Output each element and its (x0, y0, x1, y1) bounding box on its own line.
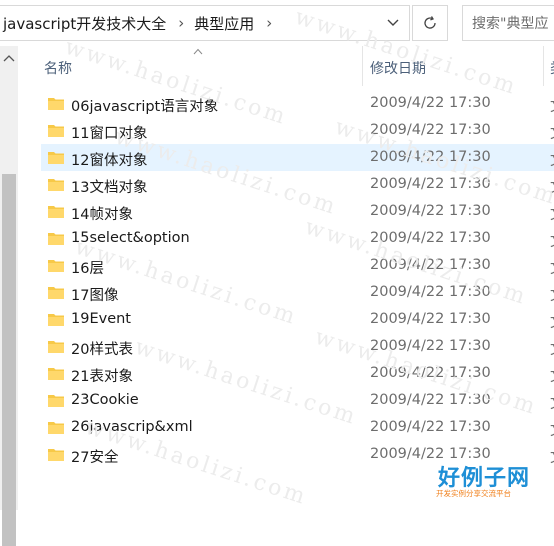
file-type: 文 (550, 338, 554, 359)
breadcrumb-separator[interactable]: › (178, 14, 184, 32)
file-modified-date: 2009/4/22 17:30 (370, 203, 491, 219)
folder-icon (48, 314, 64, 326)
file-list: 06javascript语言对象 2009/4/22 17:30 文 11窗口对象 20… (41, 90, 554, 468)
file-name[interactable]: 20样式表 (71, 338, 133, 359)
folder-icon (48, 98, 64, 110)
file-row[interactable]: 14帧对象 2009/4/22 17:30 文 (41, 198, 554, 225)
file-modified-date: 2009/4/22 17:30 (370, 257, 491, 273)
chevron-down-icon (387, 19, 399, 26)
sort-ascending-icon (193, 48, 203, 55)
folder-icon (48, 449, 64, 461)
folder-icon (48, 341, 64, 353)
file-name[interactable]: 19Event (71, 311, 131, 327)
file-type: 文 (550, 446, 554, 467)
file-row[interactable]: 21表对象 2009/4/22 17:30 文 (41, 360, 554, 387)
folder-icon (48, 125, 64, 137)
folder-icon (48, 233, 64, 245)
file-name[interactable]: 17图像 (71, 284, 118, 305)
breadcrumb-item-current[interactable]: 典型应用 (194, 13, 254, 34)
refresh-icon (424, 16, 436, 29)
file-type: 文 (550, 392, 554, 413)
logo-subtitle: 开发实例分享交流平台 (436, 489, 511, 498)
file-name[interactable]: 14帧对象 (71, 203, 133, 224)
file-row[interactable]: 15select&option 2009/4/22 17:30 文 (41, 225, 554, 252)
file-row[interactable]: 06javascript语言对象 2009/4/22 17:30 文 (41, 90, 554, 117)
file-modified-date: 2009/4/22 17:30 (370, 284, 491, 300)
file-name[interactable]: 21表对象 (71, 365, 133, 386)
file-modified-date: 2009/4/22 17:30 (370, 419, 491, 435)
breadcrumb-item-root[interactable]: javascript开发技术大全 (3, 13, 166, 34)
file-name[interactable]: 27安全 (71, 446, 118, 467)
file-modified-date: 2009/4/22 17:30 (370, 365, 491, 381)
folder-icon (48, 179, 64, 191)
folder-icon (48, 260, 64, 272)
watermark-logo: 好例子网 开发实例分享交流平台 (432, 460, 532, 505)
column-divider[interactable] (362, 46, 363, 86)
file-name[interactable]: 15select&option (71, 230, 190, 246)
file-type: 文 (550, 284, 554, 305)
folder-icon (48, 395, 64, 407)
column-type[interactable]: 类 (550, 58, 554, 78)
folder-icon (48, 368, 64, 380)
file-name[interactable]: 16层 (71, 257, 104, 278)
file-modified-date: 2009/4/22 17:30 (370, 149, 491, 165)
file-type: 文 (550, 203, 554, 224)
column-divider[interactable] (543, 46, 544, 86)
file-type: 文 (550, 176, 554, 197)
file-modified-date: 2009/4/22 17:30 (370, 122, 491, 138)
column-header: 名称 修改日期 类 (19, 46, 554, 86)
column-name[interactable]: 名称 (44, 58, 72, 78)
file-type: 文 (550, 230, 554, 251)
file-name[interactable]: 06javascript语言对象 (71, 95, 218, 116)
folder-icon (48, 152, 64, 164)
file-type: 文 (550, 149, 554, 170)
folder-icon (48, 206, 64, 218)
file-row[interactable]: 11窗口对象 2009/4/22 17:30 文 (41, 117, 554, 144)
file-row[interactable]: 16层 2009/4/22 17:30 文 (41, 252, 554, 279)
file-name[interactable]: 26javascrip&xml (71, 419, 193, 435)
search-input[interactable]: 搜索"典型应 (462, 5, 554, 41)
scrollbar-thumb[interactable] (2, 174, 16, 546)
folder-icon (48, 287, 64, 299)
file-row[interactable]: 20样式表 2009/4/22 17:30 文 (41, 333, 554, 360)
navigation-pane-scrollbar[interactable] (0, 46, 18, 546)
file-row[interactable]: 23Cookie 2009/4/22 17:30 文 (41, 387, 554, 414)
scroll-up-icon[interactable] (3, 54, 15, 62)
folder-icon (48, 422, 64, 434)
file-row[interactable]: 19Event 2009/4/22 17:30 文 (41, 306, 554, 333)
file-row[interactable]: 17图像 2009/4/22 17:30 文 (41, 279, 554, 306)
file-modified-date: 2009/4/22 17:30 (370, 311, 491, 327)
file-name[interactable]: 13文档对象 (71, 176, 147, 197)
file-type: 文 (550, 365, 554, 386)
file-type: 文 (550, 122, 554, 143)
file-row[interactable]: 13文档对象 2009/4/22 17:30 文 (41, 171, 554, 198)
file-type: 文 (550, 95, 554, 116)
column-modified-date[interactable]: 修改日期 (370, 58, 426, 78)
toolbar: javascript开发技术大全 › 典型应用 › 搜索"典型应 (0, 0, 554, 46)
file-type: 文 (550, 257, 554, 278)
breadcrumb-separator-end[interactable]: › (266, 14, 272, 32)
address-bar[interactable]: javascript开发技术大全 › 典型应用 › (0, 5, 410, 41)
file-type: 文 (550, 311, 554, 332)
address-dropdown-button[interactable] (377, 6, 409, 40)
file-name[interactable]: 23Cookie (71, 392, 139, 408)
file-modified-date: 2009/4/22 17:30 (370, 95, 491, 111)
file-modified-date: 2009/4/22 17:30 (370, 230, 491, 246)
file-modified-date: 2009/4/22 17:30 (370, 176, 491, 192)
file-type: 文 (550, 419, 554, 440)
file-name[interactable]: 11窗口对象 (71, 122, 147, 143)
file-name[interactable]: 12窗体对象 (71, 149, 147, 170)
file-modified-date: 2009/4/22 17:30 (370, 392, 491, 408)
file-row[interactable]: 12窗体对象 2009/4/22 17:30 文 (41, 144, 554, 171)
file-row[interactable]: 26javascrip&xml 2009/4/22 17:30 文 (41, 414, 554, 441)
file-modified-date: 2009/4/22 17:30 (370, 338, 491, 354)
refresh-button[interactable] (412, 5, 448, 41)
